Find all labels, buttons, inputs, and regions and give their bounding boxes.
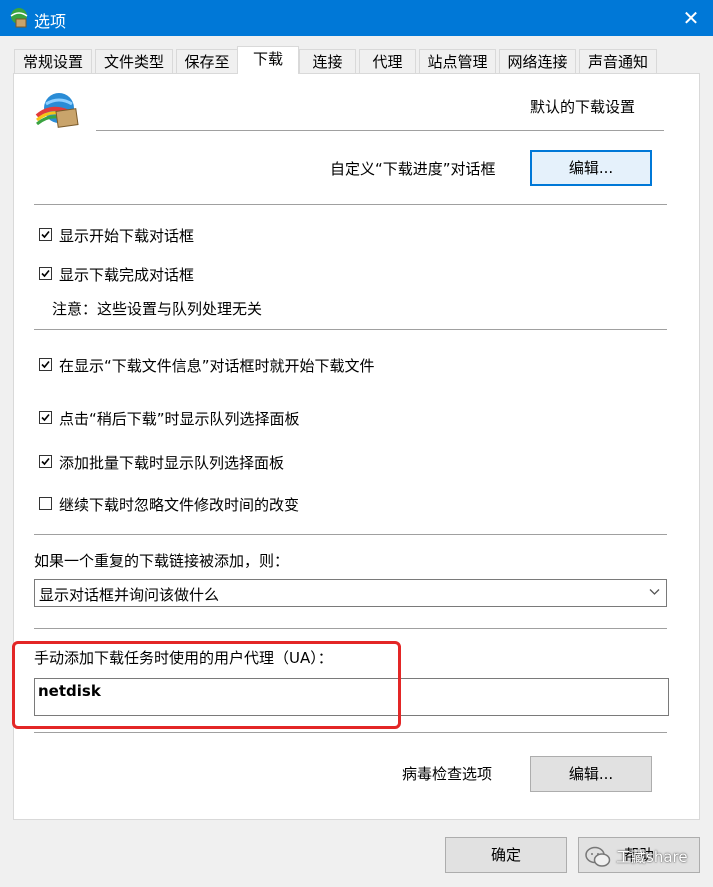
window-title: 选项: [34, 12, 67, 31]
divider-4: [34, 628, 667, 630]
queue-note: 注意：这些设置与队列处理无关: [52, 300, 263, 318]
tab-site-manager[interactable]: 站点管理: [419, 49, 496, 73]
duplicate-link-label: 如果一个重复的下载链接被添加，则：: [34, 552, 290, 570]
tab-sound[interactable]: 声音通知: [579, 49, 657, 73]
show-start-dialog-checkbox[interactable]: [39, 228, 52, 241]
idm-globe-icon: [35, 93, 79, 128]
edit-progress-dialog-button[interactable]: 编辑...: [530, 150, 652, 186]
virus-check-label: 病毒检查选项: [402, 765, 493, 783]
batch-download-queue-label[interactable]: 添加批量下载时显示队列选择面板: [59, 452, 284, 473]
tab-proxy[interactable]: 代理: [359, 49, 416, 73]
checkmark-icon: [41, 230, 50, 239]
defaults-header: 默认的下载设置: [530, 98, 636, 116]
progress-dialog-label: 自定义“下载进度”对话框: [330, 160, 496, 178]
duplicate-action-value: 显示对话框并询问该做什么: [39, 586, 220, 604]
red-highlight-box: [12, 641, 401, 729]
ok-button[interactable]: 确定: [445, 837, 567, 873]
download-later-queue-label[interactable]: 点击“稍后下载”时显示队列选择面板: [59, 408, 300, 429]
show-complete-dialog-label[interactable]: 显示下载完成对话框: [59, 264, 194, 285]
checkmark-icon: [41, 360, 50, 369]
show-start-dialog-label[interactable]: 显示开始下载对话框: [59, 225, 194, 246]
batch-download-queue-checkbox[interactable]: [39, 455, 52, 468]
wechat-icon: [585, 846, 611, 867]
start-on-info-dialog-label[interactable]: 在显示“下载文件信息”对话框时就开始下载文件: [59, 355, 375, 376]
idm-app-icon: [10, 8, 28, 28]
checkmark-icon: [41, 269, 50, 278]
duplicate-action-select[interactable]: 显示对话框并询问该做什么: [34, 579, 667, 607]
tab-network[interactable]: 网络连接: [499, 49, 576, 73]
header-divider: [96, 130, 664, 132]
checkmark-icon: [41, 457, 50, 466]
title-bar: 选项 ✕: [0, 0, 713, 36]
edit-virus-check-button[interactable]: 编辑...: [530, 756, 652, 792]
chevron-down-icon: [649, 589, 660, 595]
checkmark-icon: [41, 413, 50, 422]
tab-file-types[interactable]: 文件类型: [95, 49, 173, 73]
show-complete-dialog-checkbox[interactable]: [39, 267, 52, 280]
watermark: 工藏share: [585, 846, 688, 868]
tab-general[interactable]: 常规设置: [14, 49, 92, 73]
divider-2: [34, 329, 667, 331]
ignore-modify-time-checkbox[interactable]: [39, 497, 52, 510]
ignore-modify-time-label[interactable]: 继续下载时忽略文件修改时间的改变: [59, 494, 299, 515]
tab-download[interactable]: 下载: [237, 46, 299, 74]
tab-save-to[interactable]: 保存至: [176, 49, 238, 73]
tab-connection[interactable]: 连接: [299, 49, 356, 73]
divider-3: [34, 534, 667, 536]
start-on-info-dialog-checkbox[interactable]: [39, 358, 52, 371]
watermark-text: 工藏share: [616, 848, 688, 866]
download-later-queue-checkbox[interactable]: [39, 411, 52, 424]
close-button[interactable]: ✕: [676, 4, 706, 32]
divider-1: [34, 204, 667, 206]
divider-5: [34, 732, 667, 734]
